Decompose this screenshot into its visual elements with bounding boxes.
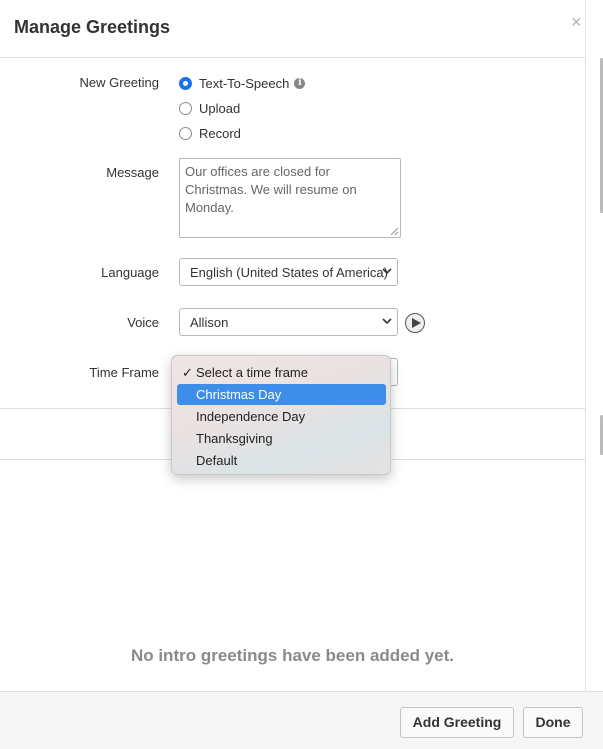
radio-text-to-speech[interactable]: Text-To-Speech i: [179, 75, 306, 91]
radio-upload[interactable]: Upload: [179, 100, 240, 116]
radio-button[interactable]: [179, 126, 192, 140]
option-label: Select a time frame: [196, 365, 308, 380]
dropdown-option[interactable]: Independence Day: [177, 406, 386, 427]
modal-header: Manage Greetings ×: [0, 0, 603, 58]
dropdown-option[interactable]: Thanksgiving: [177, 428, 386, 449]
time-frame-label: Time Frame: [89, 365, 159, 380]
language-label: Language: [101, 265, 159, 280]
chevron-down-icon: [382, 318, 392, 325]
dropdown-option-highlighted[interactable]: Christmas Day: [177, 384, 386, 405]
message-label: Message: [106, 165, 159, 180]
message-textarea[interactable]: Our offices are closed for Christmas. We…: [179, 158, 401, 238]
background-page-edge: [585, 0, 603, 749]
language-select[interactable]: English (United States of America): [179, 258, 398, 286]
new-greeting-label: New Greeting: [79, 75, 159, 90]
close-icon[interactable]: ×: [571, 12, 582, 33]
message-text: Our offices are closed for Christmas. We…: [185, 164, 357, 215]
resize-handle[interactable]: [391, 228, 398, 235]
add-greeting-button[interactable]: Add Greeting: [400, 707, 514, 738]
voice-label: Voice: [127, 315, 159, 330]
dropdown-option[interactable]: ✓ Select a time frame: [177, 362, 386, 383]
option-label: Independence Day: [196, 409, 306, 424]
empty-state-message: No intro greetings have been added yet.: [130, 646, 455, 665]
radio-label: Record: [199, 125, 241, 141]
time-frame-dropdown: ✓ Select a time frame Christmas Day Inde…: [171, 355, 391, 475]
radio-button[interactable]: [179, 101, 192, 115]
dropdown-option[interactable]: Default: [177, 450, 386, 471]
voice-value: Allison: [190, 315, 229, 330]
info-icon[interactable]: i: [294, 77, 306, 89]
option-label: Default: [196, 453, 238, 468]
radio-record[interactable]: Record: [179, 125, 241, 141]
option-label: Thanksgiving: [196, 431, 273, 446]
checkmark-icon: ✓: [182, 365, 193, 380]
radio-button-checked[interactable]: [179, 76, 192, 90]
language-value: English (United States of America): [190, 265, 388, 280]
chevron-down-icon: [382, 268, 392, 275]
done-button[interactable]: Done: [523, 707, 583, 738]
voice-select[interactable]: Allison: [179, 308, 398, 336]
play-icon[interactable]: [405, 313, 425, 333]
radio-label: Text-To-Speech: [199, 75, 290, 91]
radio-label: Upload: [199, 100, 241, 116]
option-label: Christmas Day: [196, 387, 282, 402]
modal-title: Manage Greetings: [14, 17, 171, 37]
